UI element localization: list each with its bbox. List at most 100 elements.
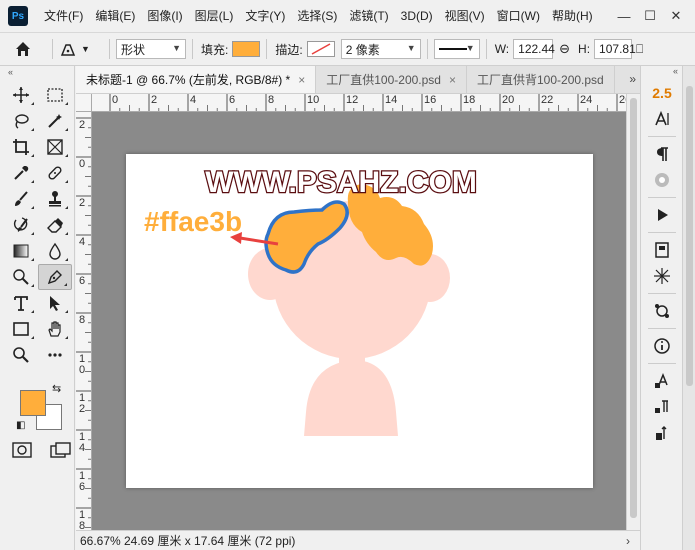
move-tool[interactable]: [4, 82, 38, 108]
eraser-tool[interactable]: [38, 212, 72, 238]
swap-colors-icon[interactable]: ⇆: [52, 382, 61, 395]
type-tool[interactable]: [4, 290, 38, 316]
foreground-color[interactable]: [20, 390, 46, 416]
character-panel-button[interactable]: [641, 106, 683, 132]
version-badge[interactable]: 2.5: [641, 80, 683, 106]
separator: [485, 39, 487, 59]
scroll-thumb[interactable]: [630, 98, 637, 518]
color-code-annotation: #ffae3b: [144, 206, 242, 237]
maximize-button[interactable]: ☐: [637, 5, 663, 27]
minimize-button[interactable]: —: [611, 5, 637, 27]
brushes-panel-button[interactable]: [641, 263, 683, 289]
vertical-ruler[interactable]: 2 0 2 4 6 8 1 0 1 2 1 4 1 6 1 8: [76, 112, 92, 530]
stroke-color-swatch[interactable]: [306, 41, 335, 57]
menu-layer[interactable]: 图层(L): [189, 0, 240, 32]
actions-panel-button[interactable]: [641, 202, 683, 228]
close-button[interactable]: ✕: [663, 5, 689, 27]
crop-tool[interactable]: [4, 134, 38, 160]
libraries-panel-button[interactable]: [641, 237, 683, 263]
height-field[interactable]: 107.81: [594, 39, 636, 59]
horizontal-ruler[interactable]: 02468101214161820222426: [92, 94, 626, 112]
width-field[interactable]: 122.44: [513, 39, 555, 59]
adjustments-panel-button[interactable]: [641, 298, 683, 324]
path-selection-tool[interactable]: [38, 290, 72, 316]
watermark-text: WWW.PSAHZ.COM: [205, 166, 477, 199]
separator: [647, 363, 676, 364]
eyedropper-tool[interactable]: [4, 160, 38, 186]
zoom-tool[interactable]: [4, 342, 38, 368]
marquee-tool[interactable]: [38, 82, 72, 108]
menu-file[interactable]: 文件(F): [38, 0, 89, 32]
history-panel-button[interactable]: [641, 420, 683, 446]
home-button[interactable]: [0, 40, 46, 58]
close-tab-icon[interactable]: ×: [298, 73, 305, 87]
healing-brush-tool[interactable]: [38, 160, 72, 186]
tool-preset-picker[interactable]: ▼: [59, 40, 103, 58]
menu-filter[interactable]: 滤镜(T): [343, 0, 394, 32]
history-brush-tool[interactable]: [4, 212, 38, 238]
gradient-tool[interactable]: [4, 238, 38, 264]
menu-image[interactable]: 图像(I): [141, 0, 188, 32]
menu-window[interactable]: 窗口(W): [491, 0, 546, 32]
separator: [647, 232, 676, 233]
menu-view[interactable]: 视图(V): [439, 0, 491, 32]
tab-factory-supply-back[interactable]: 工厂直供背100-200.psd: [467, 66, 615, 93]
more-tools[interactable]: [38, 342, 72, 368]
info-icon: [654, 338, 670, 354]
ruler-tick-label: 24: [580, 94, 593, 106]
zoom-level[interactable]: 66.67%: [76, 534, 124, 548]
ruler-tick-label: 2: [79, 197, 86, 209]
screen-mode-icon[interactable]: [50, 442, 72, 458]
glyphs-panel-button[interactable]: [641, 167, 683, 193]
hand-tool[interactable]: [38, 316, 72, 342]
rectangle-icon: [13, 322, 29, 336]
ruler-tick-label: 4: [190, 94, 197, 106]
lasso-tool[interactable]: [4, 108, 38, 134]
menu-help[interactable]: 帮助(H): [546, 0, 599, 32]
shape-mode-select[interactable]: 形状 ▼: [116, 39, 186, 59]
ruler-tick-label: 1 0: [79, 353, 86, 376]
character-styles-button[interactable]: [641, 368, 683, 394]
info-panel-button[interactable]: [641, 333, 683, 359]
ruler-origin[interactable]: [76, 94, 92, 112]
brush-tool[interactable]: [4, 186, 38, 212]
more-tabs-button[interactable]: »: [629, 72, 636, 86]
hand-icon: [48, 321, 61, 337]
history-brush-icon: [13, 217, 28, 232]
path-operations-icon[interactable]: ⎕: [636, 42, 643, 57]
quick-mask-icon[interactable]: [12, 442, 32, 458]
menu-edit[interactable]: 编辑(E): [89, 0, 141, 32]
right-dock-scrollbar[interactable]: [682, 66, 695, 550]
blur-tool[interactable]: [38, 238, 72, 264]
menu-type[interactable]: 文字(Y): [239, 0, 291, 32]
frame-tool[interactable]: [38, 134, 72, 160]
rectangle-tool[interactable]: [4, 316, 38, 342]
tab-untitled-1[interactable]: 未标题-1 @ 66.7% (左前发, RGB/8#) * ×: [76, 66, 317, 93]
menu-select[interactable]: 选择(S): [291, 0, 343, 32]
stroke-type-select[interactable]: ▼: [433, 39, 480, 59]
paragraph-styles-button[interactable]: [641, 394, 683, 420]
canvas-workspace[interactable]: WWW.PSAHZ.COM #ffae3b: [92, 112, 626, 530]
chevron-down-icon: ▼: [465, 43, 475, 53]
collapse-right-panel-button[interactable]: «: [641, 66, 682, 80]
dodge-tool[interactable]: [4, 264, 38, 290]
menu-3d[interactable]: 3D(D): [395, 0, 439, 32]
magic-wand-tool[interactable]: [38, 108, 72, 134]
scroll-thumb[interactable]: [686, 86, 693, 386]
default-colors-icon[interactable]: ◧: [16, 420, 25, 431]
link-icon[interactable]: ⊖: [559, 41, 570, 57]
fill-color-swatch[interactable]: [232, 41, 261, 57]
tab-factory-supply[interactable]: 工厂直供100-200.psd ×: [316, 66, 467, 93]
vertical-scrollbar[interactable]: [626, 94, 640, 530]
pen-tool[interactable]: [38, 264, 72, 290]
ruler-tick-label: 20: [502, 94, 515, 106]
status-chevron-icon[interactable]: ›: [626, 534, 640, 548]
collapse-panel-button[interactable]: «: [0, 66, 74, 78]
document-canvas[interactable]: WWW.PSAHZ.COM #ffae3b: [126, 154, 593, 488]
stroke-width-select[interactable]: 2 像素 ▼: [340, 39, 421, 59]
height-label: H:: [578, 42, 591, 56]
paragraph-panel-button[interactable]: [641, 141, 683, 167]
chevron-down-icon: ▼: [406, 43, 416, 53]
clone-stamp-tool[interactable]: [38, 186, 72, 212]
close-tab-icon[interactable]: ×: [449, 73, 456, 87]
